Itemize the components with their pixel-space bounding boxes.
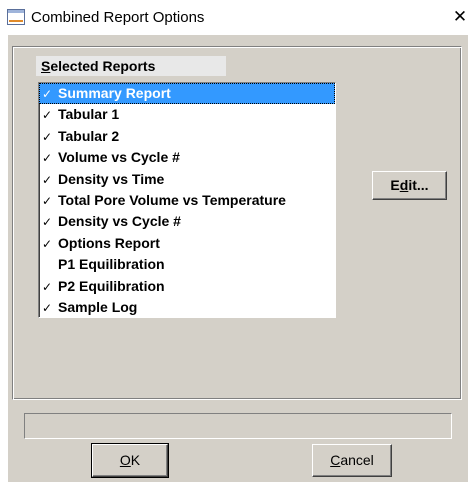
checkmark-icon: ✓ <box>42 193 53 208</box>
report-label: Tabular 1 <box>58 106 120 123</box>
checkmark-icon: ✓ <box>42 215 53 230</box>
checkmark-icon: ✓ <box>42 279 53 294</box>
dialog-client-area: Selected Reports ✓ Summary Report ✓ Tabular… <box>8 35 468 482</box>
report-list-item[interactable]: ✓ Volume vs Cycle # <box>39 147 335 168</box>
report-label: Sample Log <box>58 298 138 315</box>
report-label: Options Report <box>58 234 160 251</box>
report-list-item[interactable]: ✓ Summary Report <box>39 83 335 105</box>
report-list-item[interactable]: ✓ Tabular 1 <box>39 104 335 125</box>
report-label: Tabular 2 <box>58 127 120 144</box>
report-label: Density vs Cycle # <box>58 213 181 230</box>
close-button[interactable]: ✕ <box>449 6 471 28</box>
checkmark-icon: ✓ <box>42 87 53 101</box>
selected-reports-label: Selected Reports <box>36 56 226 76</box>
report-list-item[interactable]: ✓ Tabular 2 <box>39 126 335 147</box>
checkmark-icon: ✓ <box>42 300 53 315</box>
report-label: P1 Equilibration <box>58 256 165 273</box>
checkmark-icon: ✓ <box>42 236 53 251</box>
report-label: Summary Report <box>58 85 171 101</box>
checkmark-icon: ✓ <box>42 151 53 166</box>
status-field <box>24 413 452 439</box>
checkmark-icon: ✓ <box>42 108 53 123</box>
cancel-button[interactable]: Cancel <box>312 444 392 477</box>
title-bar: Combined Report Options ✕ <box>0 0 476 35</box>
report-label: Total Pore Volume vs Temperature <box>58 191 286 208</box>
reports-listbox[interactable]: ✓ Summary Report ✓ Tabular 1 ✓ Tabular 2 ✓ Volu… <box>38 82 336 318</box>
report-list-item[interactable]: ✓ P2 Equilibration <box>39 276 335 297</box>
report-list-item[interactable]: ✓ Total Pore Volume vs Temperature <box>39 190 335 211</box>
checkmark-icon: ✓ <box>42 129 53 144</box>
close-icon[interactable]: ✕ <box>453 7 467 27</box>
ok-button[interactable]: OK <box>91 443 169 478</box>
report-list-item[interactable]: P1 Equilibration <box>39 254 335 275</box>
window-app-icon <box>7 9 25 25</box>
edit-button[interactable]: Edit... <box>372 171 447 200</box>
report-list-item[interactable]: ✓ Density vs Cycle # <box>39 211 335 232</box>
report-label: Volume vs Cycle # <box>58 149 180 166</box>
report-list-item[interactable]: ✓ Density vs Time <box>39 169 335 190</box>
report-list-item[interactable]: ✓ Sample Log <box>39 297 335 317</box>
report-list-item[interactable]: ✓ Options Report <box>39 233 335 254</box>
window-title: Combined Report Options <box>31 9 205 26</box>
report-label: P2 Equilibration <box>58 277 165 294</box>
checkmark-icon: ✓ <box>42 172 53 187</box>
report-label: Density vs Time <box>58 170 165 187</box>
